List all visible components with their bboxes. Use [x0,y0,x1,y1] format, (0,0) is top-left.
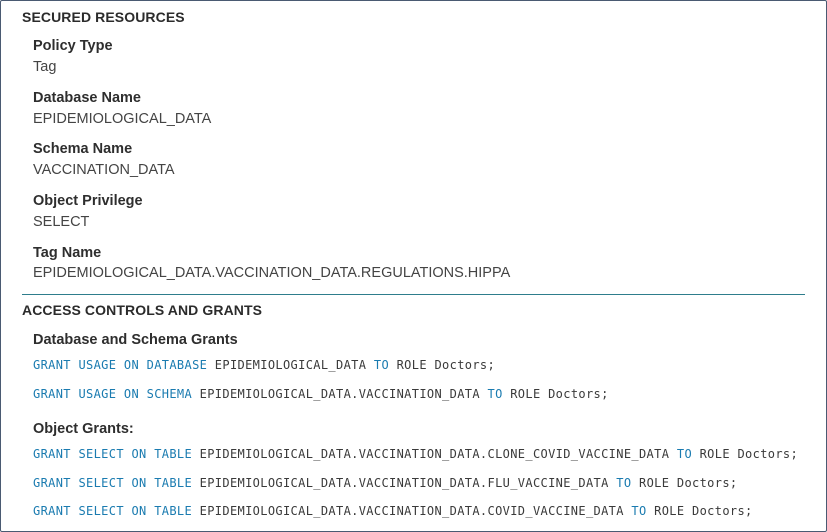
db-schema-grants-heading: Database and Schema Grants [33,332,238,348]
grant-keyword: TO [676,447,693,461]
grant-object: EPIDEMIOLOGICAL_DATA.VACCINATION_DATA.FL… [199,476,609,490]
policy-type-label: Policy Type [33,38,113,54]
tag-name-label: Tag Name [33,245,102,261]
grant-role: ROLE Doctors; [510,387,609,401]
grant-keyword: GRANT SELECT ON TABLE [33,447,193,461]
grant-object: EPIDEMIOLOGICAL_DATA.VACCINATION_DATA [199,387,480,401]
secured-resources-title: SECURED RESOURCES [22,9,185,25]
grant-statement: GRANT USAGE ON SCHEMA EPIDEMIOLOGICAL_DA… [33,387,609,401]
grant-keyword: GRANT USAGE ON SCHEMA [33,387,193,401]
grant-object: EPIDEMIOLOGICAL_DATA.VACCINATION_DATA.CO… [199,504,624,518]
access-controls-title: ACCESS CONTROLS AND GRANTS [22,302,263,318]
grant-statement: GRANT USAGE ON DATABASE EPIDEMIOLOGICAL_… [33,358,495,372]
grant-statement: GRANT SELECT ON TABLE EPIDEMIOLOGICAL_DA… [33,476,737,490]
database-name-label: Database Name [33,90,141,106]
grant-keyword: TO [631,504,647,518]
grant-role: ROLE Doctors; [639,476,738,490]
grant-object: EPIDEMIOLOGICAL_DATA.VACCINATION_DATA.CL… [199,447,670,461]
grant-keyword: GRANT SELECT ON TABLE [33,476,193,490]
grant-statement: GRANT SELECT ON TABLE EPIDEMIOLOGICAL_DA… [33,504,753,518]
grant-keyword: TO [616,476,632,490]
grant-role: ROLE Doctors; [396,358,496,372]
grant-keyword: TO [487,387,503,401]
object-grants-heading: Object Grants: [33,421,134,437]
object-privilege-value: SELECT [33,214,90,230]
schema-name-value: VACCINATION_DATA [33,162,175,178]
policy-type-value: Tag [33,59,57,75]
grant-role: ROLE Doctors; [654,504,753,518]
grant-statement: GRANT SELECT ON TABLE EPIDEMIOLOGICAL_DA… [33,447,798,461]
schema-name-label: Schema Name [33,141,133,157]
grant-role: ROLE Doctors; [699,447,799,461]
tag-name-value: EPIDEMIOLOGICAL_DATA.VACCINATION_DATA.RE… [33,265,511,281]
grant-object: EPIDEMIOLOGICAL_DATA [214,358,367,372]
grant-keyword: GRANT SELECT ON TABLE [33,504,193,518]
object-privilege-label: Object Privilege [33,193,143,209]
grant-keyword: GRANT USAGE ON DATABASE [33,358,208,372]
grant-keyword: TO [373,358,390,372]
policy-details-panel: SECURED RESOURCES Policy Type Tag Databa… [0,0,827,532]
section-divider [22,294,805,295]
database-name-value: EPIDEMIOLOGICAL_DATA [33,111,212,127]
